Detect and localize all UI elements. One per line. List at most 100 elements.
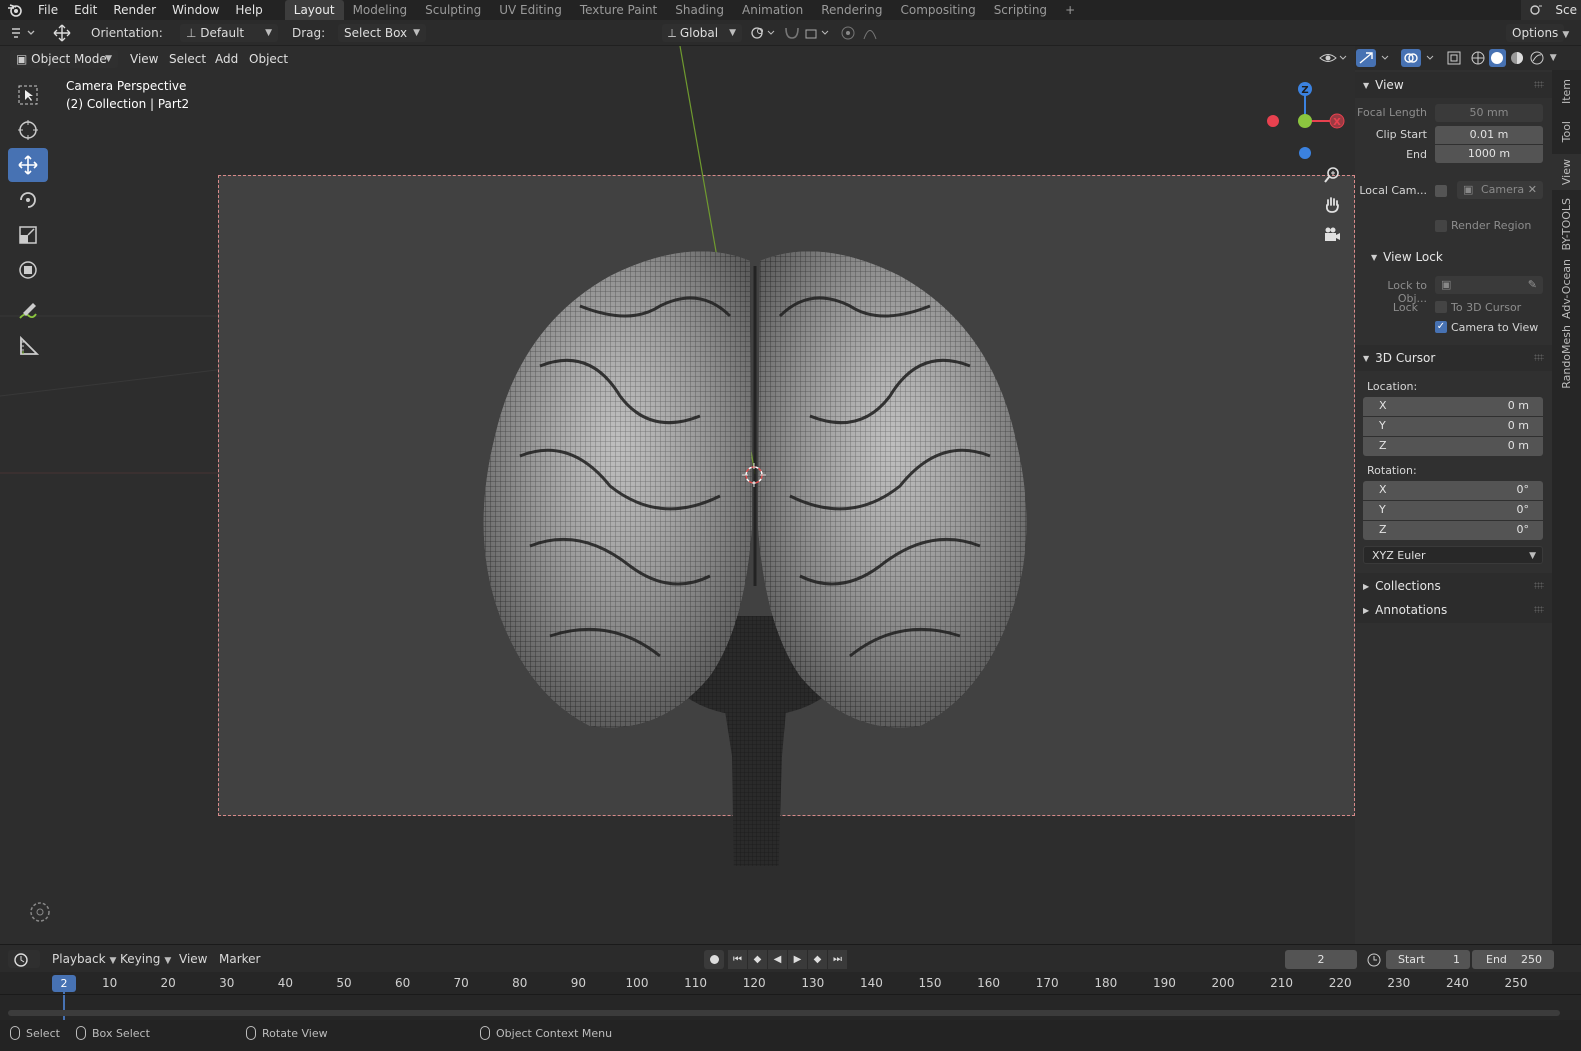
timeline-menu-keying[interactable]: Keying ▼ — [114, 950, 177, 968]
tab-animation[interactable]: Animation — [733, 0, 812, 20]
solid-shading-icon[interactable] — [1488, 49, 1507, 67]
add-workspace-icon[interactable]: + — [1056, 0, 1084, 20]
menu-window[interactable]: Window — [164, 0, 227, 20]
render-region-checkbox[interactable] — [1435, 220, 1447, 232]
tab-item[interactable]: Item — [1552, 74, 1581, 110]
snap-icon[interactable] — [782, 24, 834, 42]
rendered-shading-icon[interactable] — [1528, 49, 1546, 67]
viewport-menu-object[interactable]: Object — [249, 50, 288, 68]
xray-toggle-icon[interactable] — [1445, 49, 1463, 67]
menu-render[interactable]: Render — [105, 0, 164, 20]
navigation-gizmo[interactable]: Z X — [1258, 78, 1352, 164]
chevron-down-icon[interactable]: ▼ — [1547, 49, 1559, 67]
3d-cursor-panel-header[interactable]: ▼ 3D Cursor — [1355, 345, 1552, 371]
wireframe-shading-icon[interactable] — [1469, 49, 1487, 67]
end-frame-field[interactable]: End 250 — [1472, 950, 1554, 969]
cursor-location-z-field[interactable]: Z 0 m — [1363, 437, 1543, 456]
transform-orientation-dropdown[interactable]: ⟂ Global ▼ — [662, 24, 742, 42]
drag-dropdown[interactable]: Select Box ▼ — [338, 24, 426, 42]
pivot-point-icon[interactable] — [748, 24, 778, 42]
playhead-frame-badge[interactable]: 2 — [52, 975, 76, 992]
tab-sculpting[interactable]: Sculpting — [416, 0, 490, 20]
tab-shading[interactable]: Shading — [666, 0, 733, 20]
editor-type-icon[interactable] — [8, 24, 38, 42]
timeline-menu-marker[interactable]: Marker — [219, 950, 260, 968]
drag-grip-icon[interactable] — [1534, 582, 1544, 589]
cursor-rotation-z-field[interactable]: Z 0° — [1363, 521, 1543, 540]
jump-start-icon[interactable]: ⏮ — [728, 950, 747, 969]
3d-cursor-icon[interactable] — [742, 463, 766, 487]
tab-layout[interactable]: Layout — [284, 0, 344, 20]
next-keyframe-icon[interactable]: ◆ — [808, 950, 827, 969]
current-frame-field[interactable]: 2 — [1285, 950, 1357, 969]
cursor-location-x-field[interactable]: X 0 m — [1363, 397, 1543, 416]
scene-orientation-icon[interactable] — [28, 900, 52, 924]
local-camera-field[interactable]: ▣ Camera ✕ — [1457, 181, 1543, 199]
prev-keyframe-icon[interactable]: ◆ — [748, 950, 767, 969]
options-dropdown[interactable]: Options ▼ — [1506, 24, 1569, 42]
viewport-menu-view[interactable]: View — [130, 50, 158, 68]
pan-hand-icon[interactable] — [1319, 192, 1345, 218]
local-camera-checkbox[interactable] — [1435, 185, 1447, 197]
start-frame-field[interactable]: Start 1 — [1386, 950, 1470, 969]
cursor-location-y-field[interactable]: Y 0 m — [1363, 417, 1543, 436]
transform-tool-icon[interactable] — [48, 24, 76, 42]
lock-to-cursor-checkbox[interactable] — [1435, 301, 1447, 313]
play-icon[interactable]: ▶ — [788, 950, 807, 969]
visibility-icon[interactable] — [1318, 50, 1348, 68]
annotations-panel-header[interactable]: ▶ Annotations — [1355, 597, 1552, 623]
viewport-menu-add[interactable]: Add — [215, 50, 238, 68]
timeline-editor-type-icon[interactable] — [8, 950, 40, 968]
lock-to-object-field[interactable]: ▣ ✎ — [1435, 276, 1543, 294]
timeline-menu-view[interactable]: View — [179, 950, 207, 968]
select-box-tool[interactable] — [8, 78, 48, 112]
tab-tool[interactable]: Tool — [1552, 114, 1581, 150]
tab-rendering[interactable]: Rendering — [812, 0, 891, 20]
tab-randomesh[interactable]: RandoMesh — [1552, 324, 1581, 390]
view-panel-header[interactable]: ▼ View — [1355, 72, 1552, 98]
transform-tool[interactable] — [8, 253, 48, 287]
focal-length-field[interactable]: 50 mm — [1435, 104, 1543, 122]
material-shading-icon[interactable] — [1508, 49, 1526, 67]
view-lock-header[interactable]: ▼ View Lock — [1363, 244, 1544, 270]
tab-view[interactable]: View — [1552, 154, 1581, 190]
timeline-scrollbar[interactable] — [8, 1010, 1560, 1016]
cursor-rotation-x-field[interactable]: X 0° — [1363, 481, 1543, 500]
viewport-menu-select[interactable]: Select — [169, 50, 206, 68]
tab-by-tools[interactable]: BY-TOOLS — [1552, 194, 1581, 254]
play-reverse-icon[interactable]: ◀ — [768, 950, 787, 969]
3d-viewport[interactable]: Camera Perspective (2) Collection | Part… — [0, 46, 1355, 944]
tab-compositing[interactable]: Compositing — [891, 0, 984, 20]
timeline-area[interactable]: 10 20 30 40 50 60 70 80 90 100 110 120 130 140 150 160 1… — [0, 972, 1581, 1020]
clip-start-field[interactable]: 0.01 m — [1435, 126, 1543, 144]
tab-uv-editing[interactable]: UV Editing — [490, 0, 571, 20]
tab-texture-paint[interactable]: Texture Paint — [571, 0, 666, 20]
scale-tool[interactable] — [8, 218, 48, 252]
tab-scripting[interactable]: Scripting — [985, 0, 1056, 20]
gizmo-toggle-icon[interactable] — [1356, 49, 1394, 67]
camera-to-view-checkbox[interactable]: ✓ — [1435, 321, 1447, 333]
scene-selector-icon[interactable] — [1521, 0, 1552, 20]
preview-range-clock-icon[interactable] — [1364, 950, 1384, 969]
clip-end-field[interactable]: 1000 m — [1435, 145, 1543, 163]
rotate-tool[interactable] — [8, 183, 48, 217]
overlays-toggle-icon[interactable] — [1401, 49, 1439, 67]
move-tool[interactable] — [8, 148, 48, 182]
scene-name[interactable]: Sce — [1551, 0, 1581, 20]
drag-grip-icon[interactable] — [1534, 81, 1544, 88]
tab-adv-ocean[interactable]: Adv-Ocean — [1552, 258, 1581, 320]
menu-edit[interactable]: Edit — [66, 0, 105, 20]
measure-tool[interactable] — [8, 329, 48, 363]
proportional-editing-icon[interactable] — [838, 24, 890, 42]
collections-panel-header[interactable]: ▶ Collections — [1355, 573, 1552, 599]
timeline-menu-playback[interactable]: Playback ▼ — [46, 950, 122, 968]
orientation-dropdown[interactable]: ⊥ Default ▼ — [180, 24, 278, 42]
mode-dropdown[interactable]: ▣ Object Mode ▼ — [10, 50, 118, 68]
drag-grip-icon[interactable] — [1534, 606, 1544, 613]
cursor-rotation-y-field[interactable]: Y 0° — [1363, 501, 1543, 520]
tab-modeling[interactable]: Modeling — [344, 0, 417, 20]
record-icon[interactable] — [704, 950, 724, 969]
zoom-icon[interactable] — [1319, 162, 1345, 188]
annotate-tool[interactable] — [8, 294, 48, 328]
close-icon[interactable]: ✕ — [1528, 181, 1537, 199]
